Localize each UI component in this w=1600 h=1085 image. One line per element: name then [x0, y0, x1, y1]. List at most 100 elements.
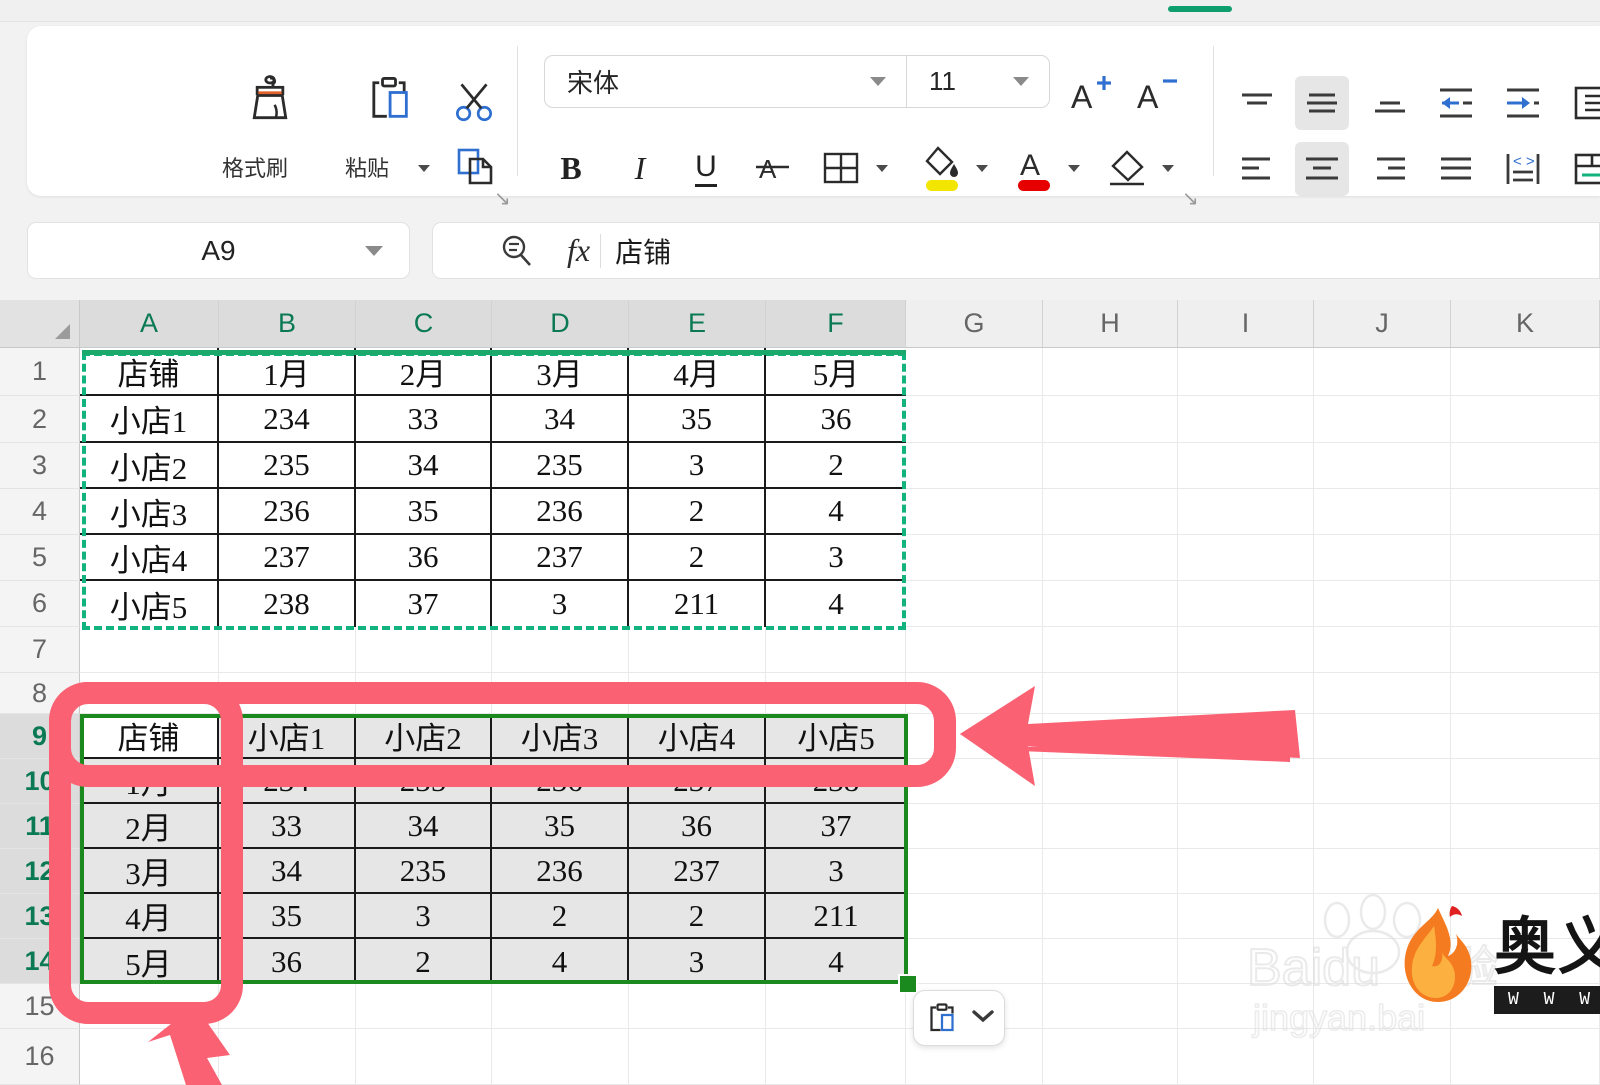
table-data-cell[interactable]: 5月 [80, 939, 219, 984]
grid-cell[interactable] [1451, 1029, 1600, 1085]
paste-button[interactable] [347, 68, 431, 130]
table-data-cell[interactable]: 235 [356, 759, 492, 804]
row-header-12[interactable]: 12 [0, 849, 80, 894]
column-header-h[interactable]: H [1043, 300, 1178, 348]
grid-cell[interactable] [1043, 627, 1178, 673]
column-header-g[interactable]: G [906, 300, 1043, 348]
table-data-cell[interactable]: 235 [356, 849, 492, 894]
row-header-2[interactable]: 2 [0, 396, 80, 443]
grid-cell[interactable] [1178, 673, 1314, 714]
grid-cell[interactable] [1043, 804, 1178, 849]
table-header-cell[interactable]: 小店4 [629, 714, 766, 759]
grid-cell[interactable] [1178, 443, 1314, 489]
grid-cell[interactable] [1314, 581, 1451, 627]
grid-cell[interactable] [1451, 535, 1600, 581]
paste-dropdown-chevron[interactable] [418, 165, 430, 172]
cut-button[interactable] [439, 72, 509, 130]
grid-cell[interactable] [629, 1029, 766, 1085]
table-header-cell[interactable]: 小店5 [766, 714, 906, 759]
grid-cell[interactable] [1451, 894, 1600, 939]
grid-cell[interactable] [356, 673, 492, 714]
grid-cell[interactable] [1314, 984, 1451, 1029]
table-data-cell[interactable]: 2 [766, 443, 906, 489]
table-data-cell[interactable]: 2 [492, 894, 629, 939]
table-data-cell[interactable]: 小店3 [80, 489, 219, 535]
grid-cell[interactable] [1043, 714, 1178, 759]
row-header-7[interactable]: 7 [0, 627, 80, 673]
table-header-cell[interactable]: 1月 [219, 348, 356, 396]
grid-cell[interactable] [1178, 939, 1314, 984]
table-data-cell[interactable]: 237 [629, 759, 766, 804]
row-header-4[interactable]: 4 [0, 489, 80, 535]
grid-cell[interactable] [906, 348, 1043, 396]
table-data-cell[interactable]: 34 [219, 849, 356, 894]
row-header-14[interactable]: 14 [0, 939, 80, 984]
align-left-button[interactable] [1230, 142, 1284, 196]
column-header-f[interactable]: F [766, 300, 906, 348]
grid-cell[interactable] [1451, 759, 1600, 804]
grid-cell[interactable] [1314, 804, 1451, 849]
selection-fill-handle[interactable] [898, 974, 918, 994]
table-data-cell[interactable]: 238 [219, 581, 356, 627]
grid-cell[interactable] [1451, 849, 1600, 894]
table-data-cell[interactable]: 小店4 [80, 535, 219, 581]
grid-cell[interactable] [1451, 489, 1600, 535]
table-header-cell[interactable]: 2月 [356, 348, 492, 396]
grid-cell[interactable] [1178, 1029, 1314, 1085]
grid-cell[interactable] [219, 1029, 356, 1085]
grid-cell[interactable] [1314, 714, 1451, 759]
grid-cell[interactable] [1043, 348, 1178, 396]
italic-button[interactable]: I [618, 144, 662, 192]
grid-cell[interactable] [906, 443, 1043, 489]
table-data-cell[interactable]: 34 [356, 804, 492, 849]
table-data-cell[interactable]: 37 [356, 581, 492, 627]
grid-cell[interactable] [492, 673, 629, 714]
table-data-cell[interactable]: 36 [219, 939, 356, 984]
table-data-cell[interactable]: 211 [629, 581, 766, 627]
table-data-cell[interactable]: 36 [356, 535, 492, 581]
grid-cell[interactable] [1178, 581, 1314, 627]
grid-cell[interactable] [1178, 849, 1314, 894]
table-header-cell[interactable]: 3月 [492, 348, 629, 396]
strikethrough-button[interactable]: A [750, 144, 796, 192]
grid-cell[interactable] [906, 673, 1043, 714]
underline-button[interactable]: U [683, 144, 729, 192]
table-data-cell[interactable]: 3 [629, 443, 766, 489]
grid-cell[interactable] [1314, 1029, 1451, 1085]
table-header-cell[interactable]: 5月 [766, 348, 906, 396]
active-tab-indicator[interactable] [1168, 6, 1232, 12]
bold-button[interactable]: B [549, 144, 593, 192]
grid-cell[interactable] [1043, 939, 1178, 984]
table-header-cell[interactable]: 店铺 [80, 348, 219, 396]
fx-icon[interactable]: fx [567, 232, 590, 269]
table-data-cell[interactable]: 2月 [80, 804, 219, 849]
table-data-cell[interactable]: 4 [766, 581, 906, 627]
table-data-cell[interactable]: 35 [629, 396, 766, 443]
grid-cell[interactable] [1043, 581, 1178, 627]
grid-cell[interactable] [1314, 535, 1451, 581]
grid-cell[interactable] [766, 627, 906, 673]
grid-cell[interactable] [1178, 348, 1314, 396]
table-data-cell[interactable]: 237 [492, 535, 629, 581]
column-header-c[interactable]: C [356, 300, 492, 348]
increase-font-size-button[interactable]: A [1067, 68, 1119, 120]
align-right-button[interactable] [1363, 142, 1417, 196]
grid-cell[interactable] [1451, 939, 1600, 984]
grid-cell[interactable] [766, 1029, 906, 1085]
borders-button[interactable] [817, 144, 865, 192]
table-data-cell[interactable]: 236 [492, 489, 629, 535]
grid-cell[interactable] [1314, 348, 1451, 396]
decrease-indent-button[interactable] [1429, 76, 1483, 130]
grid-cell[interactable] [629, 984, 766, 1029]
grid-cell[interactable] [1451, 984, 1600, 1029]
font-color-button[interactable]: A [1009, 140, 1059, 196]
grid-cell[interactable] [1043, 396, 1178, 443]
grid-cell[interactable] [1178, 489, 1314, 535]
grid-cell[interactable] [80, 627, 219, 673]
grid-cell[interactable] [1178, 396, 1314, 443]
table-data-cell[interactable]: 237 [219, 535, 356, 581]
grid-cell[interactable] [906, 489, 1043, 535]
grid-cell[interactable] [906, 894, 1043, 939]
align-top-button[interactable] [1230, 76, 1284, 130]
table-data-cell[interactable]: 3 [492, 581, 629, 627]
